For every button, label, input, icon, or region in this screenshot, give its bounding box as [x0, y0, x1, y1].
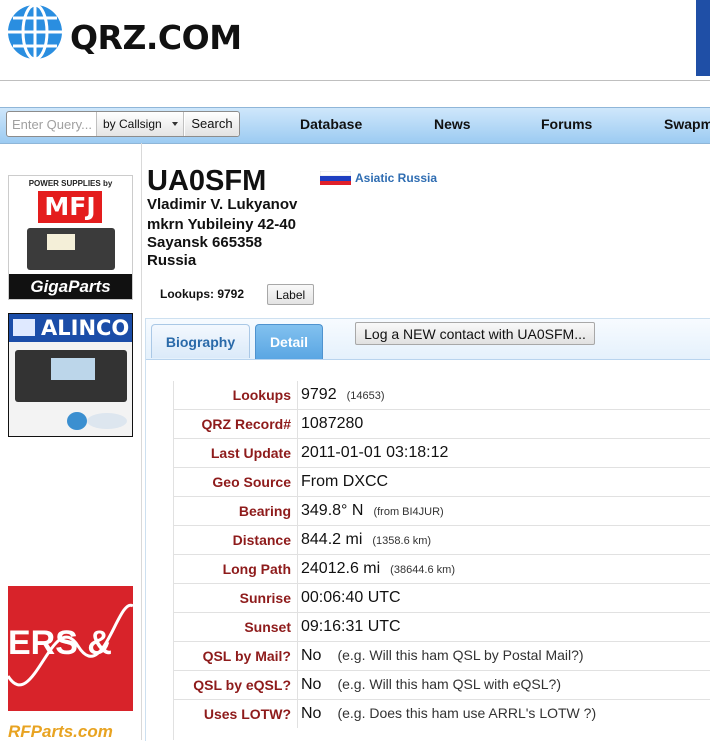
row-hint: (e.g. Will this ham QSL by Postal Mail?) — [337, 647, 584, 663]
row-value: No — [301, 705, 322, 722]
row-value: 844.2 mi — [301, 531, 363, 548]
chevron-down-icon — [172, 122, 178, 126]
row-label: Bearing — [173, 496, 298, 526]
row-hint: (e.g. Does this ham use ARRL's LOTW ?) — [337, 705, 597, 721]
row-label: Long Path — [173, 554, 298, 584]
nav-link-swapmeet[interactable]: Swapm — [664, 107, 710, 142]
row-value: 2011-01-01 03:18:12 — [301, 444, 449, 461]
row-value: 00:06:40 UTC — [301, 589, 401, 606]
row-value: 9792 — [301, 386, 337, 403]
row-label: Sunset — [173, 612, 298, 642]
row-label: Lookups — [173, 381, 298, 410]
search-input[interactable] — [7, 112, 96, 136]
table-row: Lookups 9792 (14653) — [173, 381, 710, 410]
search-type-select[interactable]: by Callsign — [96, 112, 184, 136]
ad-mfj-power-supplies[interactable]: POWER SUPPLIES by MFJ GigaParts — [8, 175, 133, 300]
address-country: Russia — [147, 252, 197, 269]
ad-alinco[interactable]: ALINCO — [8, 313, 133, 437]
table-row: QRZ Record# 1087280 — [173, 409, 710, 439]
sine-wave-icon — [8, 603, 133, 687]
detail-table: Lookups 9792 (14653) QRZ Record# 1087280 … — [173, 381, 710, 728]
table-row: Sunrise 00:06:40 UTC — [173, 583, 710, 613]
row-value: No — [301, 647, 322, 664]
address-street: mkrn Yubileiny 42-40 — [147, 216, 296, 233]
table-row: Sunset 09:16:31 UTC — [173, 612, 710, 642]
table-row: Bearing 349.8° N (from BI4JUR) — [173, 496, 710, 526]
row-value: 24012.6 mi — [301, 560, 381, 577]
log-contact-button[interactable]: Log a NEW contact with UA0SFM... — [355, 322, 595, 345]
row-value: From DXCC — [301, 473, 389, 490]
site-logo[interactable]: QRZ.COM — [70, 18, 242, 57]
search-button[interactable]: Search — [185, 112, 239, 136]
nav-link-news[interactable]: News — [434, 107, 471, 142]
ad-rfparts[interactable]: ERS & — [8, 586, 133, 711]
row-label: Uses LOTW? — [173, 699, 298, 728]
tab-biography[interactable]: Biography — [151, 324, 250, 358]
row-hint: (e.g. Will this ham QSL with eQSL?) — [337, 676, 562, 692]
meter-image — [47, 234, 75, 250]
table-row: Geo Source From DXCC — [173, 467, 710, 497]
alinco-logo-mark — [13, 319, 35, 336]
row-value: 349.8° N — [301, 502, 364, 519]
row-label: Last Update — [173, 438, 298, 468]
row-label: QSL by eQSL? — [173, 670, 298, 700]
nav-link-database[interactable]: Database — [300, 107, 362, 142]
row-value: 09:16:31 UTC — [301, 618, 401, 635]
lookups-count: Lookups: 9792 — [160, 287, 245, 301]
table-row: QSL by Mail? No (e.g. Will this ham QSL b… — [173, 641, 710, 671]
row-subvalue: (14653) — [346, 390, 385, 402]
label-button[interactable]: Label — [267, 284, 314, 305]
alinco-logo: ALINCO — [41, 316, 130, 340]
row-label: Sunrise — [173, 583, 298, 613]
gigaparts-logo: GigaParts — [9, 274, 132, 299]
address-name: Vladimir V. Lukyanov — [147, 196, 298, 213]
rfparts-logo[interactable]: RFParts.com — [8, 722, 133, 741]
row-value: 1087280 — [301, 415, 364, 432]
header-divider — [0, 80, 710, 81]
ad-tagline: POWER SUPPLIES by — [28, 179, 113, 188]
header-banner[interactable] — [696, 0, 710, 76]
row-subvalue: (from BI4JUR) — [373, 506, 444, 518]
russia-flag-icon — [319, 170, 352, 185]
row-label: QRZ Record# — [173, 409, 298, 439]
table-row: QSL by eQSL? No (e.g. Will this ham QSL w… — [173, 670, 710, 700]
hro-logo-icon — [65, 410, 129, 432]
table-row: Uses LOTW? No (e.g. Does this ham use ARR… — [173, 699, 710, 728]
row-subvalue: (1358.6 km) — [372, 535, 432, 547]
country-link[interactable]: Asiatic Russia — [355, 171, 437, 185]
row-value: No — [301, 676, 322, 693]
row-label: QSL by Mail? — [173, 641, 298, 671]
table-row: Long Path 24012.6 mi (38644.6 km) — [173, 554, 710, 584]
radio-display — [51, 358, 95, 380]
mfj-logo: MFJ — [38, 191, 102, 223]
sidebar-divider — [141, 143, 142, 740]
callsign-heading: UA0SFM — [147, 165, 267, 197]
row-subvalue: (38644.6 km) — [390, 564, 455, 576]
row-label: Geo Source — [173, 467, 298, 497]
tab-detail[interactable]: Detail — [255, 324, 323, 359]
qrz-globe-icon[interactable] — [4, 3, 66, 61]
row-label: Distance — [173, 525, 298, 555]
table-row: Last Update 2011-01-01 03:18:12 — [173, 438, 710, 468]
nav-link-forums[interactable]: Forums — [541, 107, 592, 142]
address-city: Sayansk 665358 — [147, 234, 263, 251]
table-row: Distance 844.2 mi (1358.6 km) — [173, 525, 710, 555]
